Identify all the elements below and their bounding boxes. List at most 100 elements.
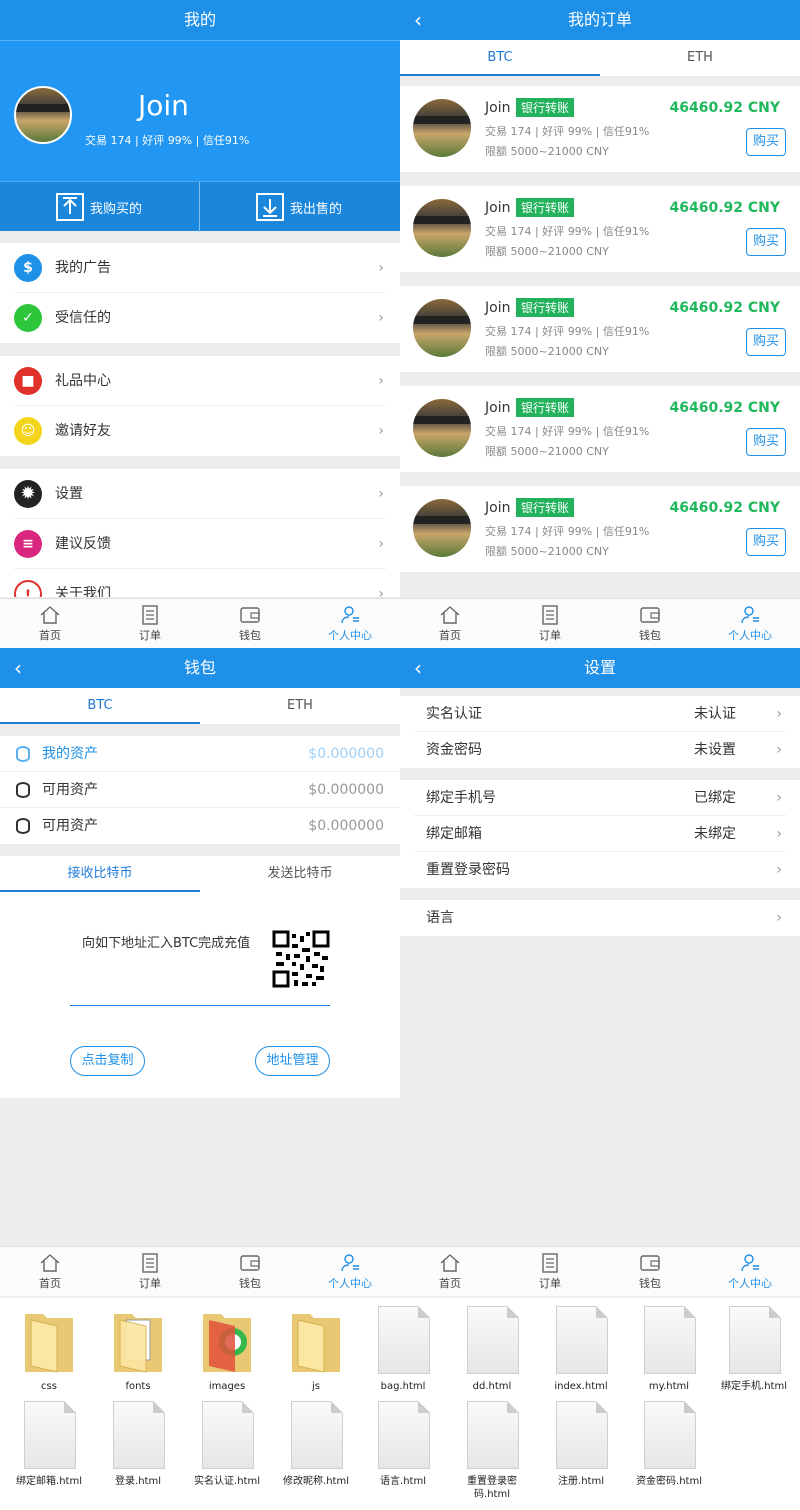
- chevron-right-icon: ›: [776, 742, 782, 758]
- file-item[interactable]: 重置登录密码.html: [448, 1395, 536, 1500]
- profile-header: Join 交易 174 | 好评 99% | 信任91% 我购买的 我出售的: [0, 40, 400, 232]
- tab-btc[interactable]: BTC: [400, 40, 600, 76]
- folder-item[interactable]: css: [5, 1300, 93, 1400]
- tab-label: 订单: [139, 1277, 161, 1290]
- tab-eth[interactable]: ETH: [600, 40, 800, 76]
- tab-wallet[interactable]: 钱包: [600, 1247, 700, 1297]
- file-item[interactable]: 绑定手机.html: [710, 1300, 798, 1400]
- order-card: Join 银行转账 交易 174 | 好评 99% | 信任91% 限额 500…: [400, 386, 800, 472]
- limit-text: 限额 5000~21000 CNY: [485, 545, 609, 558]
- menu-item-invite-friends[interactable]: ☺ 邀请好友 ›: [0, 406, 400, 456]
- tab-eth[interactable]: ETH: [200, 688, 400, 724]
- database-icon: [16, 782, 30, 798]
- tab-orders[interactable]: 订单: [500, 1247, 600, 1297]
- file-item[interactable]: index.html: [537, 1300, 625, 1400]
- seller-stats: 交易 174 | 好评 99% | 信任91%: [485, 225, 650, 238]
- tab-label: 订单: [539, 1277, 561, 1290]
- buy-button[interactable]: 购买: [746, 528, 786, 556]
- menu-item-trusted[interactable]: ✓ 受信任的 ›: [0, 293, 400, 343]
- payment-tag: 银行转账: [516, 198, 575, 217]
- back-icon[interactable]: ‹: [414, 648, 422, 688]
- tab-wallet[interactable]: 钱包: [200, 1247, 300, 1297]
- my-purchases-button[interactable]: 我购买的: [0, 182, 200, 232]
- file-item[interactable]: dd.html: [448, 1300, 536, 1400]
- file-item[interactable]: 绑定邮箱.html: [5, 1395, 93, 1495]
- tab-receive[interactable]: 接收比特币: [0, 856, 200, 892]
- settings-group: 语言 ›: [400, 900, 800, 936]
- address-manage-button[interactable]: 地址管理: [255, 1046, 330, 1076]
- asset-row: 可用资产 $0.000000: [0, 808, 400, 844]
- buy-button[interactable]: 购买: [746, 228, 786, 256]
- user-icon: [741, 1254, 759, 1272]
- tab-send[interactable]: 发送比特币: [200, 856, 400, 892]
- tab-home[interactable]: 首页: [0, 1247, 100, 1297]
- setting-bind-email[interactable]: 绑定邮箱 未绑定 ›: [414, 816, 786, 852]
- folder-icon: [25, 1314, 73, 1373]
- folder-icon: [292, 1314, 340, 1373]
- menu-item-feedback[interactable]: ≡ 建议反馈 ›: [0, 519, 400, 569]
- folder-item[interactable]: fonts: [94, 1300, 182, 1400]
- folder-item[interactable]: js: [272, 1300, 360, 1400]
- file-label: js: [312, 1381, 320, 1392]
- setting-real-name[interactable]: 实名认证 未认证 ›: [414, 696, 786, 732]
- folder-image-icon: [203, 1314, 251, 1372]
- file-item[interactable]: 资金密码.html: [625, 1395, 713, 1495]
- chevron-right-icon: ›: [776, 862, 782, 878]
- tab-profile[interactable]: 个人中心: [700, 599, 800, 648]
- payment-tag: 银行转账: [516, 98, 575, 117]
- setting-fund-password[interactable]: 资金密码 未设置 ›: [414, 732, 786, 768]
- setting-reset-login-password[interactable]: 重置登录密码 ›: [414, 852, 786, 888]
- file-label: css: [41, 1381, 57, 1392]
- tab-profile[interactable]: 个人中心: [300, 599, 400, 648]
- menu-item-gift-center[interactable]: ■ 礼品中心 ›: [0, 356, 400, 406]
- tab-wallet[interactable]: 钱包: [600, 599, 700, 648]
- file-item[interactable]: 登录.html: [94, 1395, 182, 1495]
- address-underline: [70, 1005, 330, 1006]
- menu-item-settings[interactable]: ✹ 设置 ›: [0, 469, 400, 519]
- avatar[interactable]: [14, 86, 72, 144]
- my-sales-button[interactable]: 我出售的: [200, 182, 400, 232]
- tab-home[interactable]: 首页: [400, 1247, 500, 1297]
- setting-value: 未绑定: [694, 826, 736, 842]
- tab-label: 首页: [439, 1277, 461, 1290]
- folder-item[interactable]: images: [183, 1300, 271, 1400]
- file-item[interactable]: 实名认证.html: [183, 1395, 271, 1495]
- buy-button[interactable]: 购买: [746, 428, 786, 456]
- back-icon[interactable]: ‹: [14, 648, 22, 688]
- setting-bind-phone[interactable]: 绑定手机号 已绑定 ›: [414, 780, 786, 816]
- tab-home[interactable]: 首页: [400, 599, 500, 648]
- file-item[interactable]: 修改昵称.html: [272, 1395, 360, 1495]
- menu-item-about[interactable]: ! 关于我们 ›: [0, 569, 400, 597]
- tab-home[interactable]: 首页: [0, 599, 100, 648]
- orders-screen: ‹ 我的订单 BTC ETH Join 银行转账 交易 174 | 好评 99% …: [400, 0, 800, 648]
- tab-btc[interactable]: BTC: [0, 688, 200, 724]
- tab-wallet[interactable]: 钱包: [200, 599, 300, 648]
- file-icon: [467, 1306, 519, 1374]
- setting-language[interactable]: 语言 ›: [414, 900, 786, 936]
- seller-name: Join: [485, 100, 511, 116]
- menu-item-my-ads[interactable]: $ 我的广告 ›: [0, 243, 400, 293]
- file-icon: [644, 1401, 696, 1469]
- file-label: dd.html: [472, 1381, 512, 1392]
- back-icon[interactable]: ‹: [414, 0, 422, 40]
- users-icon: ☺: [14, 417, 42, 445]
- chevron-right-icon: ›: [776, 910, 782, 926]
- file-item[interactable]: bag.html: [359, 1300, 447, 1400]
- tab-profile[interactable]: 个人中心: [700, 1247, 800, 1297]
- buy-button[interactable]: 购买: [746, 328, 786, 356]
- tab-profile[interactable]: 个人中心: [300, 1247, 400, 1297]
- file-item[interactable]: 注册.html: [537, 1395, 625, 1495]
- setting-label: 语言: [426, 910, 454, 926]
- file-icon: [202, 1401, 254, 1469]
- file-item[interactable]: my.html: [625, 1300, 713, 1400]
- tab-orders[interactable]: 订单: [100, 1247, 200, 1297]
- price: 46460.92 CNY: [669, 400, 780, 416]
- file-item[interactable]: 语言.html: [359, 1395, 447, 1495]
- chevron-right-icon: ›: [378, 486, 384, 502]
- copy-button[interactable]: 点击复制: [70, 1046, 145, 1076]
- tab-orders[interactable]: 订单: [500, 599, 600, 648]
- avatar: [413, 499, 471, 557]
- tab-label: 首页: [39, 1277, 61, 1290]
- buy-button[interactable]: 购买: [746, 128, 786, 156]
- tab-orders[interactable]: 订单: [100, 599, 200, 648]
